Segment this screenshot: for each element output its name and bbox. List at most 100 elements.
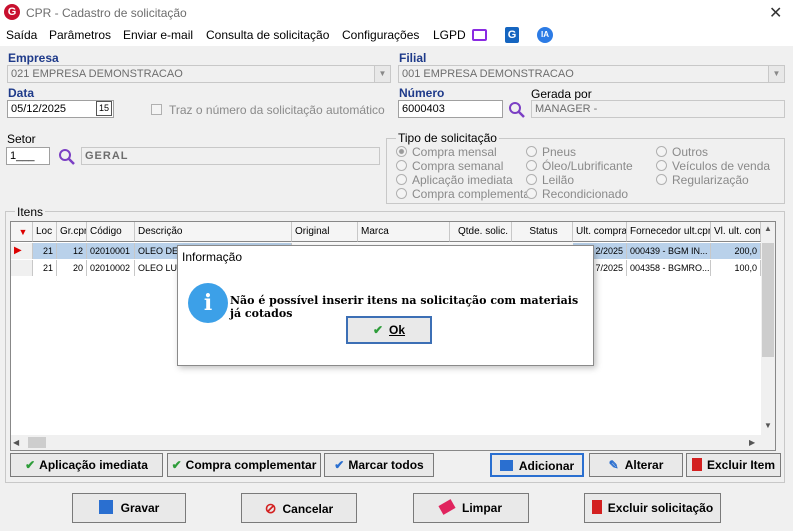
dialog-title: Informação bbox=[182, 250, 243, 264]
col-qtde[interactable]: Qtde. solic. bbox=[450, 222, 512, 242]
app-logo-icon: G bbox=[4, 4, 20, 20]
scroll-thumb[interactable] bbox=[762, 243, 774, 357]
col-loc[interactable]: Loc bbox=[33, 222, 57, 242]
menu-lgpd[interactable]: LGPD bbox=[433, 28, 466, 42]
search-icon[interactable] bbox=[508, 101, 525, 118]
hscroll-thumb[interactable] bbox=[28, 437, 46, 448]
auto-number-label: Traz o número da solicitação automático bbox=[169, 103, 385, 117]
marcar-todos-button[interactable]: ✔ Marcar todos bbox=[324, 453, 434, 477]
menu-bar: Saída Parâmetros Enviar e-mail Consulta … bbox=[0, 26, 793, 46]
radio-compra-complementar[interactable]: Compra complementar bbox=[396, 187, 534, 201]
cell: 100,0 bbox=[711, 260, 761, 276]
ok-button[interactable]: ✔ Ok bbox=[346, 316, 432, 344]
setor-label: Setor bbox=[7, 132, 36, 146]
cell: 004358 - BGMRO... bbox=[627, 260, 711, 276]
cell: 21 bbox=[33, 260, 57, 276]
cell: 000439 - BGM IN... bbox=[627, 243, 711, 259]
menu-configuracoes[interactable]: Configurações bbox=[342, 28, 419, 42]
row-indicator bbox=[11, 260, 33, 276]
chevron-down-icon[interactable]: ▼ bbox=[374, 66, 390, 82]
setor-desc: GERAL bbox=[81, 147, 380, 165]
row-pointer-icon: ▶ bbox=[11, 243, 33, 259]
pencil-icon: ✎ bbox=[608, 458, 619, 472]
col-status[interactable]: Status bbox=[512, 222, 573, 242]
gravar-button[interactable]: Gravar bbox=[72, 493, 186, 523]
limpar-button[interactable]: Limpar bbox=[413, 493, 529, 523]
add-icon bbox=[499, 460, 513, 471]
calendar-icon[interactable]: 15 bbox=[96, 101, 112, 116]
cell: 21 bbox=[33, 243, 57, 259]
horizontal-scrollbar[interactable]: ◀ ▶ bbox=[11, 435, 761, 450]
radio-outros[interactable]: Outros bbox=[656, 145, 708, 159]
radio-veiculos[interactable]: Veículos de venda bbox=[656, 159, 770, 173]
radio-compra-mensal[interactable]: Compra mensal bbox=[396, 145, 497, 159]
alterar-button[interactable]: ✎ Alterar bbox=[589, 453, 683, 477]
scroll-down-icon[interactable]: ▼ bbox=[761, 419, 775, 433]
col-codigo[interactable]: Código bbox=[87, 222, 135, 242]
radio-aplicacao-imediata[interactable]: Aplicação imediata bbox=[396, 173, 513, 187]
data-label: Data bbox=[8, 86, 35, 100]
menu-parametros[interactable]: Parâmetros bbox=[49, 28, 111, 42]
col-fornecedor[interactable]: Fornecedor ult.cpr bbox=[627, 222, 711, 242]
cell: 02010001 bbox=[87, 243, 135, 259]
empresa-label: Empresa bbox=[8, 51, 59, 65]
search-icon[interactable] bbox=[58, 148, 75, 165]
col-descricao[interactable]: Descrição bbox=[135, 222, 292, 242]
check-icon: ✔ bbox=[334, 458, 345, 472]
col-vl-ult[interactable]: Vl. ult. com bbox=[711, 222, 761, 242]
radio-regularizacao[interactable]: Regularização bbox=[656, 173, 749, 187]
menu-consulta[interactable]: Consulta de solicitação bbox=[206, 28, 329, 42]
radio-leilao[interactable]: Leilão bbox=[526, 173, 574, 187]
window-title: CPR - Cadastro de solicitação bbox=[26, 6, 187, 20]
cell: 12 bbox=[57, 243, 87, 259]
filial-label: Filial bbox=[399, 51, 427, 65]
info-icon: i bbox=[188, 283, 228, 323]
compra-complementar-button[interactable]: ✔ Compra complementar bbox=[167, 453, 321, 477]
menu-saida[interactable]: Saída bbox=[6, 28, 37, 42]
cancelar-button[interactable]: ⊘ Cancelar bbox=[241, 493, 357, 523]
ia-icon[interactable]: IA bbox=[537, 27, 553, 43]
close-icon[interactable]: ✕ bbox=[769, 3, 782, 23]
vertical-scrollbar[interactable]: ▲ ▼ bbox=[761, 222, 775, 450]
excluir-item-button[interactable]: Excluir Item bbox=[686, 453, 781, 477]
setor-input[interactable]: 1___ bbox=[6, 147, 50, 165]
check-icon: ✔ bbox=[25, 458, 36, 472]
trash-icon bbox=[691, 458, 702, 471]
aplicacao-imediata-button[interactable]: ✔ Aplicação imediata bbox=[10, 453, 163, 477]
radio-oleo[interactable]: Óleo/Lubrificante bbox=[526, 159, 633, 173]
itens-title: Itens bbox=[15, 205, 46, 219]
empresa-select[interactable]: 021 EMPRESA DEMONSTRACAO ▼ bbox=[7, 65, 391, 83]
eraser-icon bbox=[438, 499, 456, 515]
cancel-icon: ⊘ bbox=[264, 500, 277, 516]
auto-number-checkbox[interactable] bbox=[151, 104, 162, 115]
col-ult-compra[interactable]: Ult. compra bbox=[573, 222, 627, 242]
trash-icon bbox=[591, 500, 602, 514]
radio-recondicionado[interactable]: Recondicionado bbox=[526, 187, 628, 201]
adicionar-button[interactable]: Adicionar bbox=[490, 453, 584, 477]
save-icon bbox=[98, 500, 113, 514]
col-grcpr[interactable]: Gr.cpr bbox=[57, 222, 87, 242]
excluir-solicitacao-button[interactable]: Excluir solicitação bbox=[584, 493, 721, 523]
tipo-title: Tipo de solicitação bbox=[396, 131, 499, 145]
numero-input[interactable]: 6000403 bbox=[398, 100, 503, 118]
scroll-right-icon[interactable]: ▶ bbox=[749, 435, 755, 450]
scroll-up-icon[interactable]: ▲ bbox=[761, 222, 775, 236]
radio-compra-semanal[interactable]: Compra semanal bbox=[396, 159, 503, 173]
chevron-down-icon[interactable]: ▼ bbox=[768, 66, 784, 82]
radio-pneus[interactable]: Pneus bbox=[526, 145, 576, 159]
monitor-icon[interactable] bbox=[472, 29, 487, 41]
col-original[interactable]: Original bbox=[292, 222, 358, 242]
col-marca[interactable]: Marca bbox=[358, 222, 450, 242]
scroll-left-icon[interactable]: ◀ bbox=[13, 435, 19, 450]
menu-enviar-email[interactable]: Enviar e-mail bbox=[123, 28, 193, 42]
check-icon: ✔ bbox=[171, 458, 182, 472]
filial-select[interactable]: 001 EMPRESA DEMONSTRACAO ▼ bbox=[398, 65, 785, 83]
check-icon: ✔ bbox=[372, 323, 384, 337]
title-bar: G CPR - Cadastro de solicitação ✕ bbox=[0, 0, 793, 26]
info-dialog: Informação i Não é possível inserir iten… bbox=[177, 245, 594, 366]
gerada-label: Gerada por bbox=[531, 87, 592, 101]
cell: 200,0 bbox=[711, 243, 761, 259]
gerada-field: MANAGER - bbox=[531, 100, 785, 118]
sort-arrow-icon[interactable]: ▼ bbox=[11, 222, 33, 242]
app-g-icon[interactable]: G bbox=[505, 27, 519, 43]
